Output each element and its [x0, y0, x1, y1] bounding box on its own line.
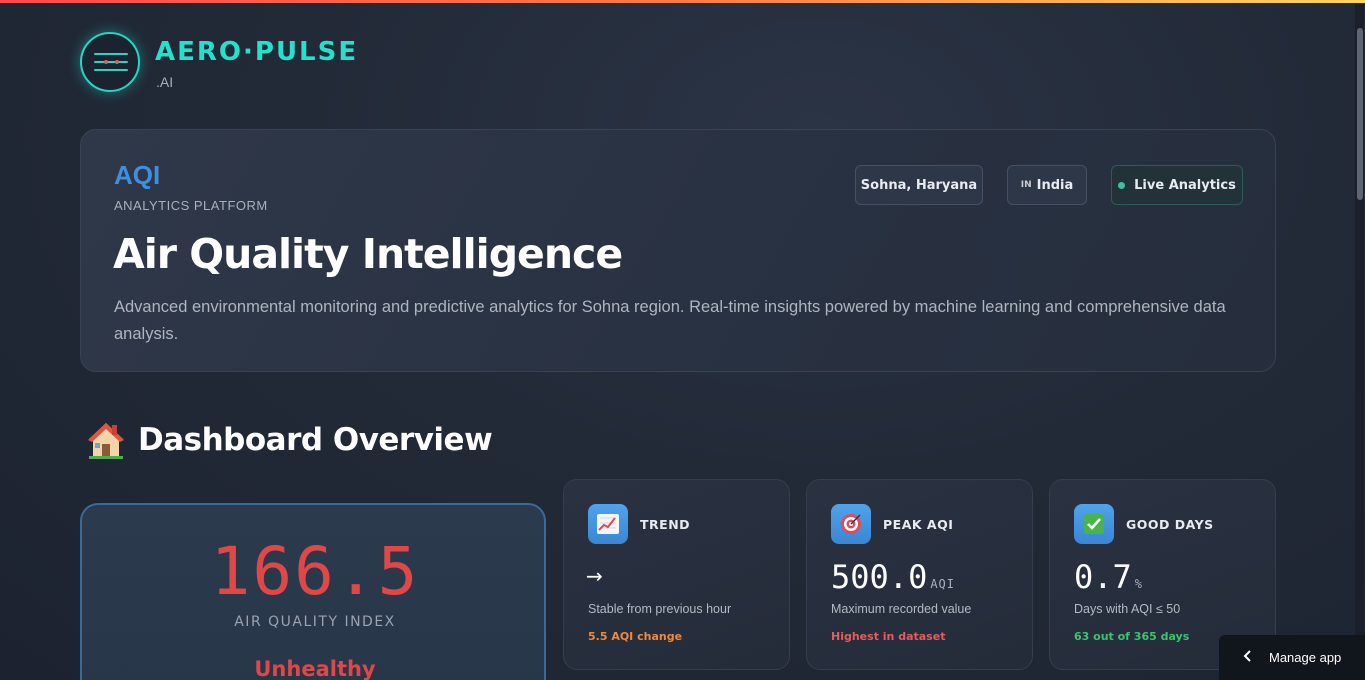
- trend-arrow-icon: →: [586, 564, 603, 588]
- aqi-label: AIR QUALITY INDEX: [234, 614, 396, 630]
- location-label: Sohna, Haryana: [860, 177, 978, 193]
- good-days-unit: %: [1134, 577, 1144, 591]
- top-accent-line: [0, 0, 1365, 3]
- brand-suffix: .AI: [156, 74, 174, 90]
- peak-aqi-value: 500.0: [831, 558, 928, 596]
- page-title: Air Quality Intelligence: [113, 230, 623, 278]
- hero-badge-subtitle: ANALYTICS PLATFORM: [114, 198, 268, 213]
- manage-app-button[interactable]: Manage app: [1219, 635, 1365, 680]
- trend-note: 5.5 AQI change: [588, 630, 683, 643]
- check-mark-icon: [1074, 504, 1114, 544]
- logo-icon: [80, 32, 140, 92]
- brand-name: AERO·PULSE: [155, 37, 359, 67]
- peak-aqi-unit: AQI: [930, 577, 956, 591]
- peak-aqi-value-group: 500.0 AQI: [831, 558, 955, 596]
- target-icon: [831, 504, 871, 544]
- trend-title: TREND: [640, 517, 691, 532]
- hero-card: AQI ANALYTICS PLATFORM Air Quality Intel…: [80, 129, 1276, 372]
- good-days-title: GOOD DAYS: [1126, 517, 1214, 532]
- trend-card: TREND → Stable from previous hour 5.5 AQ…: [563, 479, 790, 670]
- peak-aqi-title: PEAK AQI: [883, 517, 954, 532]
- trend-description: Stable from previous hour: [588, 602, 732, 616]
- manage-app-label: Manage app: [1269, 650, 1342, 665]
- chart-increasing-icon: [588, 504, 628, 544]
- live-analytics-label: Live Analytics: [1134, 177, 1236, 193]
- aqi-status: Unhealthy: [254, 657, 376, 680]
- scrollbar-thumb[interactable]: [1357, 28, 1363, 200]
- location-pill[interactable]: Sohna, Haryana: [855, 165, 983, 205]
- aqi-card: 166.5 AIR QUALITY INDEX Unhealthy: [80, 503, 546, 680]
- chevron-left-icon: [1243, 650, 1253, 665]
- aqi-value: 166.5: [210, 533, 420, 610]
- live-status-dot-icon: [1118, 181, 1126, 189]
- good-days-value: 0.7: [1074, 558, 1132, 596]
- peak-aqi-card: PEAK AQI 500.0 AQI Maximum recorded value…: [806, 479, 1033, 670]
- good-days-description: Days with AQI ≤ 50: [1074, 602, 1181, 616]
- country-pill[interactable]: IN India: [1007, 165, 1087, 205]
- country-flag-icon: IN: [1020, 180, 1032, 190]
- section-header: Dashboard Overview: [86, 420, 493, 460]
- hero-badge: AQI: [114, 160, 161, 190]
- good-days-note: 63 out of 365 days: [1074, 630, 1190, 643]
- good-days-value-group: 0.7%: [1074, 558, 1143, 596]
- peak-aqi-description: Maximum recorded value: [831, 602, 972, 616]
- country-label: India: [1036, 177, 1074, 193]
- hero-description: Advanced environmental monitoring and pr…: [114, 298, 1226, 343]
- peak-aqi-note: Highest in dataset: [831, 630, 946, 643]
- live-analytics-pill[interactable]: Live Analytics: [1111, 165, 1243, 205]
- house-icon: [86, 420, 126, 460]
- section-title: Dashboard Overview: [138, 422, 493, 458]
